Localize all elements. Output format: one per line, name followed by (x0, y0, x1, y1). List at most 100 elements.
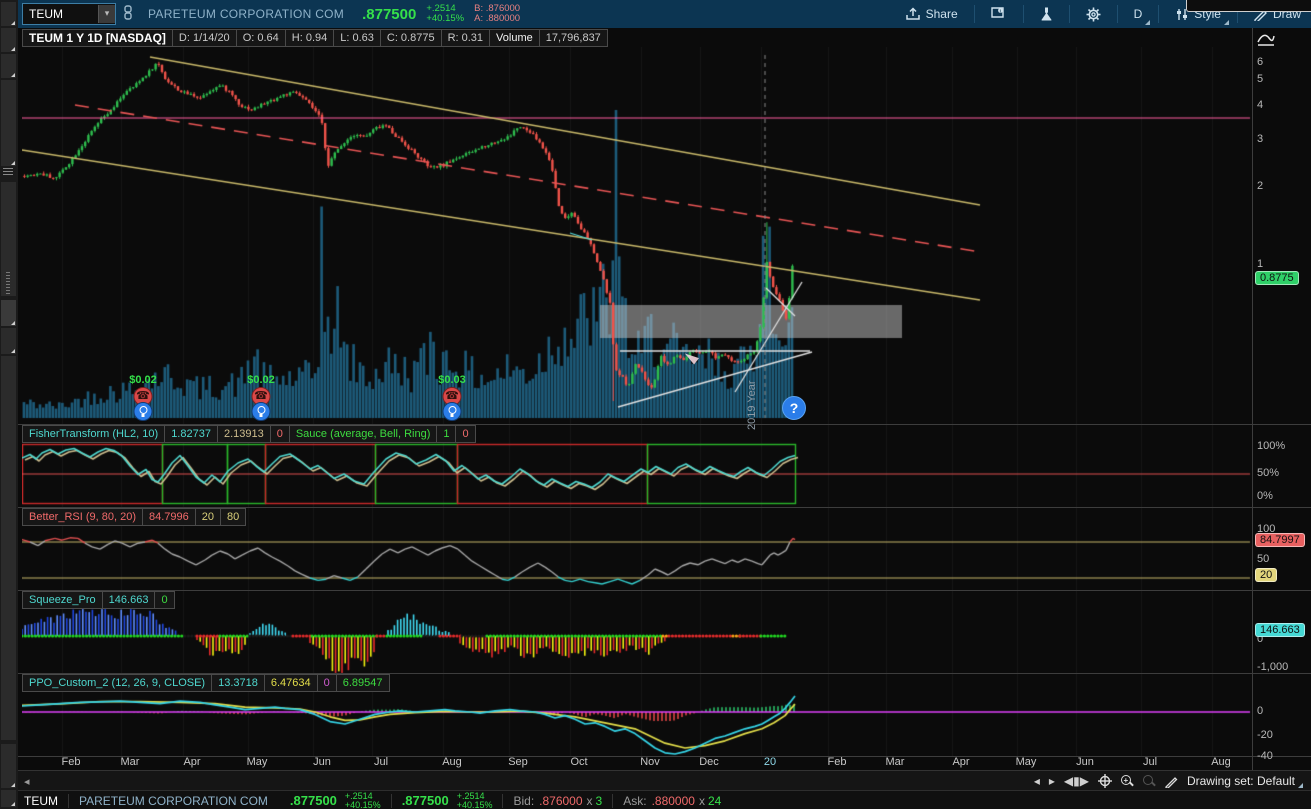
axis-price-bubble: 0.8775 (1255, 271, 1299, 285)
time-axis-label: Dec (699, 756, 719, 768)
indicator-value: 13.3718 (211, 674, 265, 692)
left-rail-tile[interactable] (1, 28, 16, 52)
axis-tick-label: 3 (1257, 133, 1263, 145)
axis-tick-label: -1,000 (1257, 661, 1288, 673)
symbol-dropdown-button[interactable]: ▾ (98, 5, 115, 23)
volume-label: Volume (489, 29, 540, 47)
price-axis[interactable]: 6543210.8775100%50%0%10084.799750200146.… (1252, 28, 1311, 770)
time-axis-label: Jul (1143, 756, 1157, 768)
axis-tick-label: -20 (1257, 729, 1273, 741)
style-curve-icon[interactable] (1257, 32, 1275, 46)
time-axis-label: Mar (886, 756, 905, 768)
axis-tick-label: 4 (1257, 99, 1263, 111)
last-price: .877500 (362, 6, 416, 23)
timeframe-button[interactable]: D (1124, 0, 1153, 28)
top-toolbar: TEUM ▾ PARETEUM CORPORATION COM .877500 … (18, 0, 1311, 28)
ohlc-field: O: 0.64 (236, 29, 286, 47)
left-rail-tile[interactable] (1, 744, 16, 788)
time-axis-label: Feb (62, 756, 81, 768)
crosshair-icon[interactable] (1098, 774, 1112, 788)
time-axis-label: Jul (374, 756, 388, 768)
event-bulb-icon[interactable] (134, 402, 153, 421)
status-company: PARETEUM CORPORATION COM (79, 794, 268, 808)
time-axis-label: Feb (828, 756, 847, 768)
left-rail-tile[interactable] (1, 328, 16, 354)
status-bid: .876000 (539, 794, 582, 808)
chart-canvas[interactable] (22, 47, 1252, 756)
page-right-icon[interactable]: ▸ (1049, 774, 1055, 788)
time-axis-label: May (1016, 756, 1037, 768)
indicator-name[interactable]: PPO_Custom_2 (12, 26, 9, CLOSE) (22, 674, 212, 692)
event-bulb-icon[interactable] (443, 402, 462, 421)
ohlc-field: L: 0.63 (333, 29, 381, 47)
indicator-name[interactable]: Squeeze_Pro (22, 591, 103, 609)
trading-platform-window: TEUM ▾ PARETEUM CORPORATION COM .877500 … (0, 0, 1311, 809)
time-axis-label: Apr (952, 756, 969, 768)
indicator-value: 1 (436, 425, 456, 443)
chart-link-icon[interactable] (122, 5, 134, 24)
help-bubble[interactable]: ? (782, 396, 806, 420)
time-axis[interactable]: FebMarAprMayJunJulAugSepOctNovDec20FebMa… (18, 756, 1311, 770)
axis-price-bubble: 146.663 (1255, 623, 1305, 637)
symbol-input[interactable]: TEUM ▾ (22, 3, 116, 25)
ohlc-field: D: 1/14/20 (172, 29, 237, 47)
left-rail-tile[interactable] (1, 54, 16, 78)
indicator-value: 0 (455, 425, 475, 443)
event-bulb-icon[interactable] (252, 402, 271, 421)
time-axis-label: Oct (570, 756, 587, 768)
status-last: .877500 (290, 793, 337, 808)
chart-title: TEUM 1 Y 1D [NASDAQ] (22, 29, 173, 47)
time-axis-label: May (247, 756, 268, 768)
indicator-name[interactable]: FisherTransform (HL2, 10) (22, 425, 165, 443)
left-rail-tile[interactable] (1, 300, 16, 326)
auto-scroll-icon[interactable]: ◀▮▶ (1064, 774, 1089, 788)
scroll-left-arrow[interactable]: ◂ (24, 775, 30, 788)
status-bid-size: 3 (596, 794, 603, 808)
status-mark: .877500 (402, 793, 449, 808)
drawing-set-selector[interactable]: Drawing set: Default (1187, 774, 1303, 788)
share-button[interactable]: Share (895, 0, 968, 28)
left-rail-tile[interactable] (1, 356, 16, 740)
status-change-stack: +.2514 +40.15% (345, 792, 381, 809)
time-axis-label: Mar (121, 756, 140, 768)
indicator-value: 0 (317, 674, 337, 692)
ohlc-field: R: 0.31 (441, 29, 490, 47)
bid-label: Bid: (513, 794, 534, 808)
zoom-in-icon[interactable]: + (1121, 775, 1134, 788)
zoom-out-icon[interactable] (1143, 775, 1156, 788)
rail-menu-icon[interactable] (3, 168, 13, 176)
flask-icon (1040, 7, 1053, 22)
left-rail-tile[interactable] (1, 2, 16, 26)
left-rail[interactable] (0, 0, 19, 809)
indicator-header-3: Squeeze_Pro146.6630 (22, 591, 174, 609)
left-rail-tile[interactable] (1, 790, 16, 807)
share-icon (905, 7, 921, 21)
indicator-value: 0 (270, 425, 290, 443)
status-ask: .880000 (652, 794, 695, 808)
year-divider-label: 2019 Year (746, 354, 758, 430)
time-axis-label: Nov (640, 756, 660, 768)
axis-tick-label: 0 (1257, 705, 1263, 717)
chart-nav-bar: ◂ ◂ ▸ ◀▮▶ + Drawing set: Default (18, 770, 1311, 791)
rail-drag-handle[interactable] (6, 272, 10, 294)
dividend-label: $0.03 (438, 374, 466, 386)
time-axis-label: Apr (183, 756, 200, 768)
indicator-header-1: FisherTransform (HL2, 10)1.827372.139130… (22, 425, 475, 443)
bid-x: x (587, 794, 593, 808)
left-rail-tile[interactable] (1, 80, 16, 166)
axis-tick-label: 0% (1257, 490, 1273, 502)
status-change-pct: +40.15% (345, 801, 381, 809)
axis-tick-label: 50% (1257, 467, 1279, 479)
time-axis-label: Jun (1076, 756, 1094, 768)
analyze-button[interactable] (1030, 0, 1063, 28)
ask-value: A: .880000 (474, 14, 520, 24)
alerts-button[interactable]: i (981, 0, 1017, 28)
ask-label: Ask: (623, 794, 646, 808)
ohlc-field: H: 0.94 (285, 29, 334, 47)
settings-button[interactable] (1076, 0, 1111, 28)
indicator-value: 0 (154, 591, 174, 609)
drawing-pencil-icon[interactable] (1165, 775, 1178, 788)
page-left-icon[interactable]: ◂ (1034, 774, 1040, 788)
indicator-name[interactable]: Better_RSI (9, 80, 20) (22, 508, 143, 526)
chart-area: TEUM 1 Y 1D [NASDAQ] D: 1/14/20O: 0.64H:… (18, 28, 1311, 770)
